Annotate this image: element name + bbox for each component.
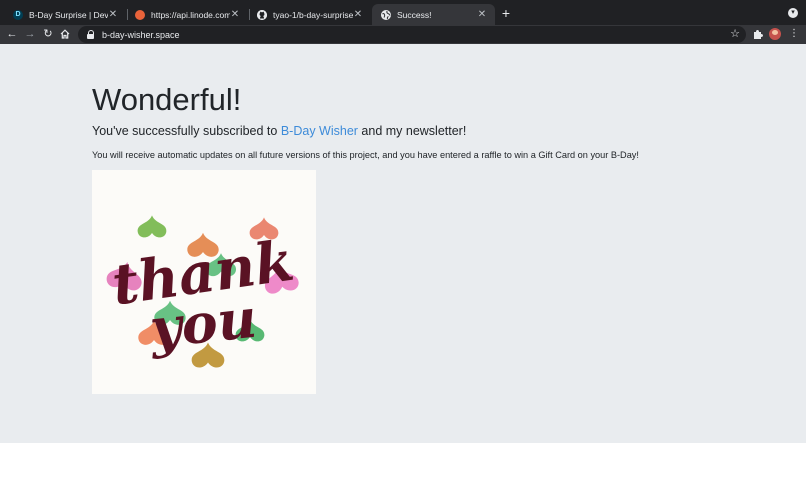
back-icon[interactable]: ← <box>5 27 19 41</box>
tab-devpost[interactable]: D B-Day Surprise | Devpost ✕ <box>4 4 126 25</box>
tab-title: B-Day Surprise | Devpost <box>29 9 108 20</box>
reload-icon[interactable]: ↻ <box>41 27 55 41</box>
lead-text: and my newsletter! <box>357 124 467 138</box>
lock-icon <box>86 29 96 40</box>
tab-title: tyao-1/b-day-surprise <box>273 9 353 20</box>
bookmark-star-icon[interactable]: ☆ <box>730 27 740 41</box>
globe-icon <box>381 9 391 20</box>
address-bar[interactable]: b-day-wisher.space ☆ <box>78 26 746 43</box>
devpost-icon: D <box>13 9 23 20</box>
tab-title: https://api.linode.com/v4/li <box>151 9 230 20</box>
lead-text: You've successfully subscribed to <box>92 124 281 138</box>
thank-you-illustration: thank you <box>105 215 300 368</box>
browser-tabstrip: D B-Day Surprise | Devpost ✕ https://api… <box>0 0 806 25</box>
extensions-puzzle-icon[interactable] <box>751 27 765 41</box>
browser-toolbar: ← → ↻ b-day-wisher.space ☆ ⋮ <box>0 25 806 44</box>
forward-icon[interactable]: → <box>23 27 37 41</box>
menu-kebab-icon[interactable]: ⋮ <box>787 27 801 41</box>
tab-title: Success! <box>397 9 432 20</box>
page-footer-area <box>0 443 806 504</box>
you-text: you <box>146 286 260 361</box>
new-tab-button[interactable]: + <box>499 6 513 20</box>
b-day-wisher-link[interactable]: B-Day Wisher <box>281 124 358 138</box>
thank-you-image: thank you <box>92 170 316 394</box>
page-title: Wonderful! <box>92 82 242 117</box>
close-icon[interactable]: ✕ <box>353 9 363 20</box>
close-icon[interactable]: ✕ <box>477 9 487 20</box>
url-text: b-day-wisher.space <box>102 29 180 40</box>
linode-icon <box>135 9 145 20</box>
tab-search-icon[interactable]: ▾ <box>788 8 798 18</box>
github-icon <box>257 9 267 20</box>
profile-avatar[interactable] <box>769 28 781 40</box>
page-jumbotron: Wonderful! You've successfully subscribe… <box>0 44 806 443</box>
heart-green <box>137 215 167 238</box>
tab-linode[interactable]: https://api.linode.com/v4/li ✕ <box>126 4 248 25</box>
raffle-info-text: You will receive automatic updates on al… <box>92 150 639 160</box>
close-icon[interactable]: ✕ <box>108 9 118 20</box>
subscription-message: You've successfully subscribed to B-Day … <box>92 124 466 138</box>
home-icon[interactable] <box>58 27 72 41</box>
tab-github[interactable]: tyao-1/b-day-surprise ✕ <box>248 4 371 25</box>
close-icon[interactable]: ✕ <box>230 9 240 20</box>
tab-success[interactable]: Success! ✕ <box>372 4 495 25</box>
